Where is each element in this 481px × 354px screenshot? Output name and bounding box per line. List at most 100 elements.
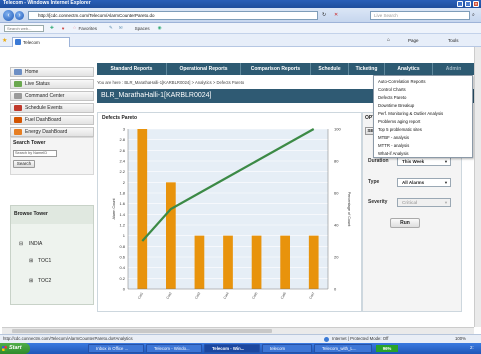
- menu-item-problems-aging[interactable]: Problems aging report: [378, 119, 420, 124]
- x-tick-label: Cat2: [166, 291, 173, 299]
- nav-ticketing[interactable]: Ticketing: [349, 63, 385, 75]
- nav-admin[interactable]: Admin: [433, 63, 474, 75]
- vertical-scrollbar[interactable]: [474, 47, 481, 327]
- scroll-thumb[interactable]: [12, 329, 272, 333]
- type-label: Type: [368, 179, 380, 185]
- toolbar-heart-icon[interactable]: ♥: [62, 26, 65, 31]
- schedule-icon: [14, 105, 22, 111]
- menu-item-what-if[interactable]: What-if Analysis: [378, 151, 409, 156]
- command-center-icon: [14, 93, 22, 99]
- start-button[interactable]: Start: [0, 343, 30, 354]
- back-arrow-icon[interactable]: ‹: [3, 10, 14, 21]
- menu-item-top5-sites[interactable]: Top 5 problematic sites: [378, 127, 422, 132]
- browse-tower-panel: Browse Tower ⊟ INDIA ⊞ TOC1 ⊞ TOC2: [10, 205, 94, 305]
- search-tower-button[interactable]: Search: [13, 160, 35, 168]
- breadcrumb: You are here : BLR_MarathaHalli-1[KARBLR…: [97, 80, 245, 85]
- tree-expand-icon[interactable]: ⊞: [29, 278, 33, 284]
- close-icon[interactable]: ×: [473, 1, 479, 7]
- nav-comparison-reports[interactable]: Comparison Reports: [241, 63, 311, 75]
- sidebar-item-home[interactable]: Home: [10, 67, 94, 77]
- menu-item-auto-correlation[interactable]: Auto-Correlation Reports: [378, 79, 426, 84]
- fuel-icon: [14, 117, 22, 123]
- y-tick-label: 0.8: [119, 244, 125, 249]
- y2-axis-title: Percentage of Count: [347, 192, 351, 228]
- home-page-icon[interactable]: ⌂: [387, 37, 390, 43]
- sidebar-item-schedule-events[interactable]: Schedule Events: [10, 103, 94, 113]
- menu-item-mtbf[interactable]: MTBF - analysis: [378, 135, 409, 140]
- y2-tick-label: 100: [334, 127, 341, 132]
- sidebar-item-energy-dashboard[interactable]: Energy DashBoard: [10, 127, 94, 137]
- menu-item-control-charts[interactable]: Control Charts: [378, 87, 406, 92]
- x-tick-label: Cat3: [194, 291, 201, 299]
- horizontal-scrollbar[interactable]: [2, 327, 474, 334]
- search-tower-input[interactable]: Search by NameID: [13, 150, 57, 157]
- taskbar-item-telecom-window[interactable]: Telecom - Windo...: [146, 344, 202, 353]
- battery-status[interactable]: 96%: [376, 345, 398, 352]
- nav-standard-reports[interactable]: Standard Reports: [97, 63, 167, 75]
- taskbar-item-telecom-folder[interactable]: telecom: [262, 344, 312, 353]
- y2-tick-label: 80: [334, 159, 339, 164]
- minimize-icon[interactable]: _: [457, 1, 463, 7]
- severity-select[interactable]: Critical ▼: [397, 198, 451, 207]
- tree-collapse-icon[interactable]: ⊟: [19, 241, 23, 247]
- y-tick-label: 1.8: [119, 191, 125, 196]
- sidebar-item-label: Schedule Events: [25, 105, 63, 111]
- menu-item-mttr[interactable]: MTTR - analysis: [378, 143, 409, 148]
- url-input[interactable]: http://[cdc.connectm.com/Telecom/AlarmCo…: [28, 11, 318, 20]
- duration-label: Duration: [368, 158, 389, 164]
- y-tick-label: 0.2: [119, 276, 125, 281]
- stop-icon[interactable]: ✕: [334, 12, 338, 18]
- browser-tab-telecom[interactable]: Telecom: [12, 37, 70, 47]
- live-search-input[interactable]: Live Search: [370, 11, 470, 20]
- nav-analytics[interactable]: Analytics: [385, 63, 433, 75]
- page-menu[interactable]: Page: [408, 38, 419, 43]
- sidebar-item-command-center[interactable]: Command Center: [10, 91, 94, 101]
- tree-node-toc1[interactable]: TOC1: [38, 258, 51, 264]
- taskbar-item-telecom-active[interactable]: Telecom - Win...: [204, 344, 260, 353]
- nav-operational-reports[interactable]: Operational Reports: [167, 63, 241, 75]
- globe-icon[interactable]: ◉: [158, 25, 162, 31]
- run-button[interactable]: Run: [390, 218, 420, 228]
- tools-menu[interactable]: Tools: [448, 38, 459, 43]
- windows-logo-icon: [2, 346, 7, 351]
- taskbar-clock: 2:: [470, 345, 474, 350]
- menu-item-perf-monitoring[interactable]: Perf. Monitoring & Outlier Analysis: [378, 111, 443, 116]
- mail-icon[interactable]: ✉: [119, 25, 123, 31]
- pencil-icon[interactable]: ✎: [109, 25, 113, 31]
- type-select[interactable]: All Alarms ▼: [397, 178, 451, 187]
- search-tower-heading: Search Tower: [13, 140, 46, 146]
- toolbar-plus-icon[interactable]: ✚: [50, 25, 54, 31]
- sidebar-item-live-status[interactable]: Live Status: [10, 79, 94, 89]
- bar: [223, 235, 233, 289]
- search-icon[interactable]: ⌕: [472, 12, 475, 18]
- main-nav-bar: Standard Reports Operational Reports Com…: [97, 63, 474, 75]
- sidebar-item-label: Fuel DashBoard: [25, 117, 62, 123]
- refresh-icon[interactable]: ↻: [322, 12, 326, 18]
- favorites-label[interactable]: Favorites: [79, 26, 98, 31]
- chevron-down-icon: ▼: [444, 159, 448, 164]
- tree-expand-icon[interactable]: ⊞: [29, 258, 33, 264]
- taskbar-item-telecom-with[interactable]: Telecom_with_L...: [314, 344, 372, 353]
- forward-arrow-icon[interactable]: ›: [15, 11, 24, 20]
- y-tick-label: 1.2: [119, 223, 125, 228]
- sidebar-item-fuel-dashboard[interactable]: Fuel DashBoard: [10, 115, 94, 125]
- search-web-input[interactable]: Search web...: [4, 24, 44, 32]
- y-tick-label: 1.4: [119, 212, 125, 217]
- nav-schedule[interactable]: Schedule: [311, 63, 349, 75]
- zoom-level[interactable]: 100%: [455, 335, 466, 343]
- duration-select[interactable]: This Week ▼: [397, 157, 451, 166]
- maximize-icon[interactable]: □: [465, 1, 471, 7]
- search-tower-panel: Search Tower Search by NameID Search: [10, 137, 94, 175]
- tree-node-india[interactable]: INDIA: [29, 241, 42, 247]
- sidebar-item-label: Energy DashBoard: [25, 129, 68, 135]
- menu-item-defects-pareto[interactable]: Defects Pareto: [378, 95, 406, 100]
- favorites-star-icon[interactable]: ★: [2, 37, 7, 44]
- chevron-down-icon: ▼: [444, 180, 448, 185]
- tree-node-toc2[interactable]: TOC2: [38, 278, 51, 284]
- taskbar-item-inbox[interactable]: Inbox in Office ...: [88, 344, 144, 353]
- live-status-icon: [14, 81, 22, 87]
- menu-item-downtime-breakup[interactable]: Downtime Breakup: [378, 103, 414, 108]
- spaces-label[interactable]: Spaces: [135, 26, 150, 31]
- chart-panel: Defects Pareto 0 0.2 0.4 0.6 0.8 1 1.2 1.4 1.6 1.…: [97, 112, 362, 312]
- y2-tick-label: 40: [334, 223, 339, 228]
